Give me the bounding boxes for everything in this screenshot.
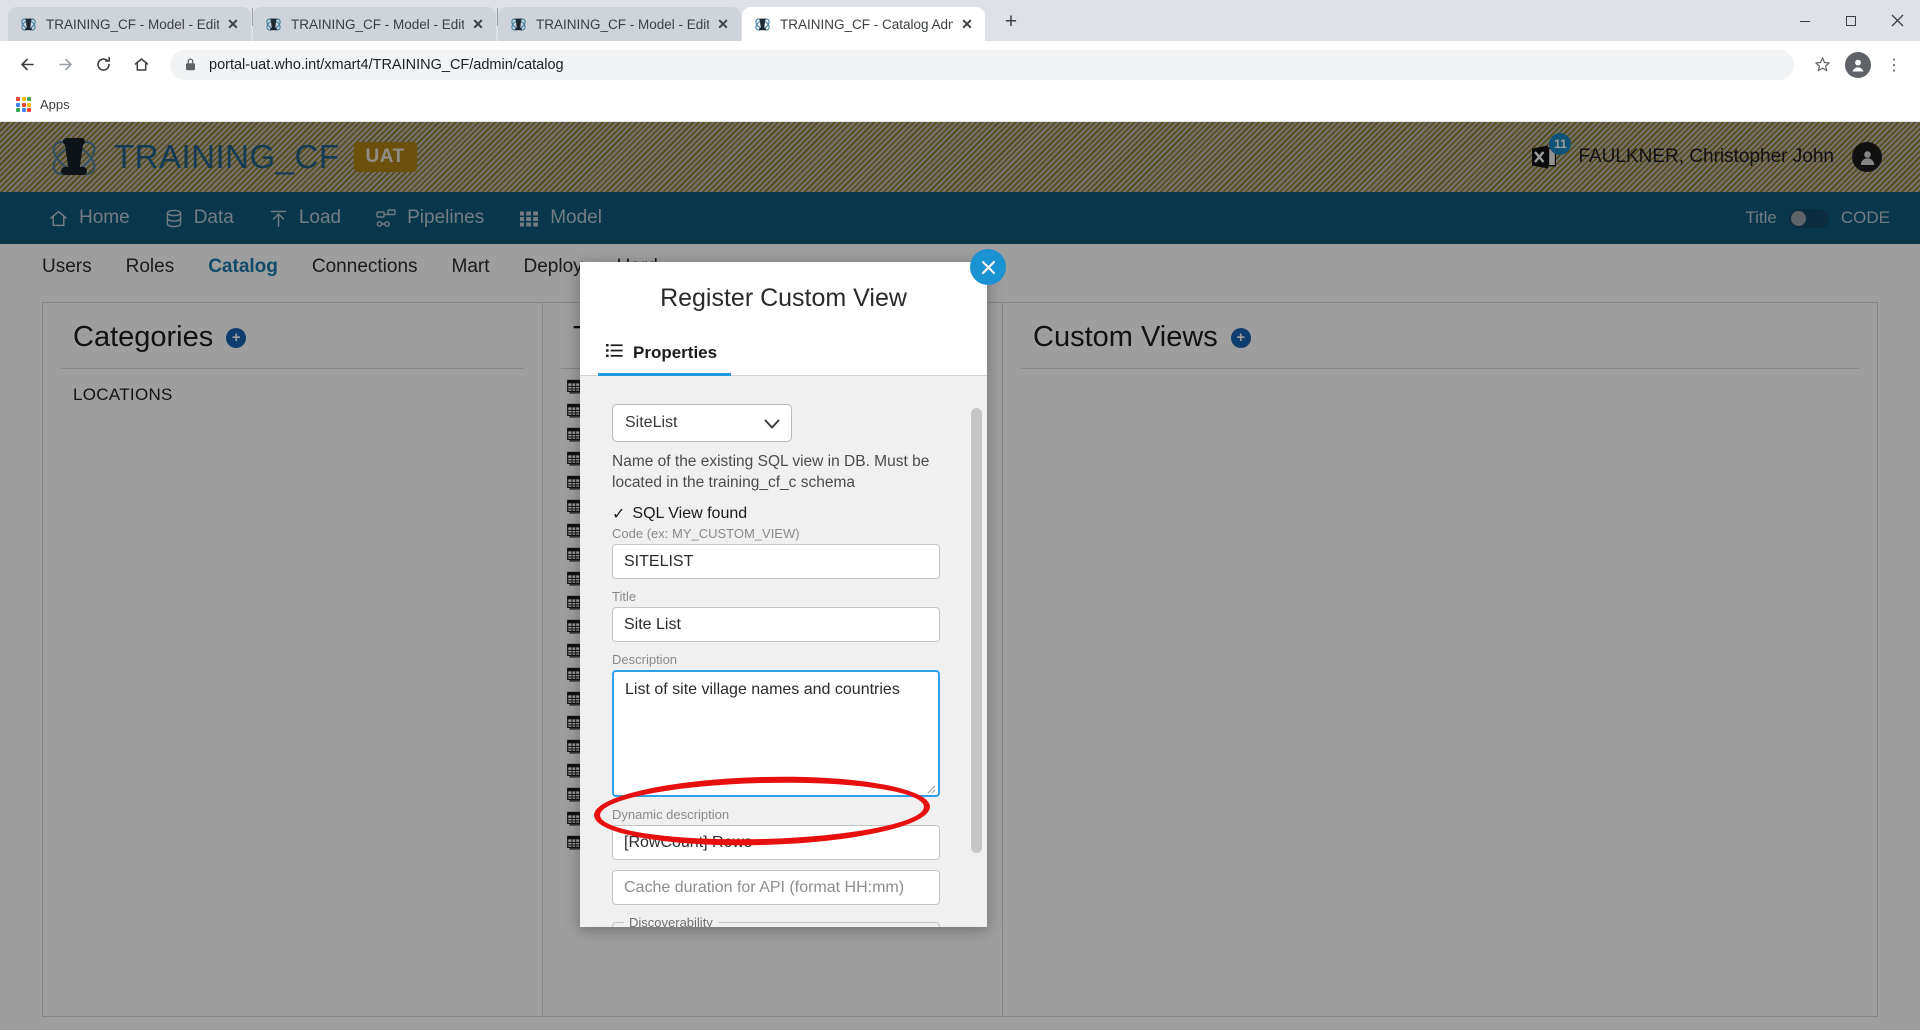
close-icon[interactable]: ✕ xyxy=(959,16,975,32)
sql-view-select-wrap: SiteList xyxy=(612,404,792,442)
scrollbar-thumb[interactable] xyxy=(971,408,982,853)
address-bar-url: portal-uat.who.int/xmart4/TRAINING_CF/ad… xyxy=(209,57,564,73)
reload-button[interactable] xyxy=(86,48,120,82)
page-viewport: TRAINING_CF UAT 11 FAULKNER, Christopher… xyxy=(0,122,1920,1030)
browser-tabstrip: TRAINING_CF - Model - Edit ✕ TRAINING_CF… xyxy=(0,0,1920,41)
new-tab-button[interactable]: + xyxy=(996,8,1026,38)
xmart-icon xyxy=(510,16,527,33)
address-bar[interactable]: portal-uat.who.int/xmart4/TRAINING_CF/ad… xyxy=(170,50,1794,80)
dynamic-description-field-label: Dynamic description xyxy=(612,807,938,822)
description-textarea[interactable]: List of site village names and countries xyxy=(612,670,940,797)
code-field-label: Code (ex: MY_CUSTOM_VIEW) xyxy=(612,526,938,541)
code-input[interactable]: SITELIST xyxy=(612,544,940,579)
browser-menu-icon[interactable]: ⋮ xyxy=(1878,49,1910,81)
window-controls xyxy=(1782,0,1920,41)
browser-tab-title: TRAINING_CF - Catalog Administ xyxy=(780,16,953,33)
close-window-button[interactable] xyxy=(1874,0,1920,41)
close-icon[interactable]: ✕ xyxy=(225,16,241,32)
modal-close-button[interactable] xyxy=(970,249,1006,285)
xmart-icon xyxy=(754,16,771,33)
browser-tab-title: TRAINING_CF - Model - Edit xyxy=(46,16,219,33)
browser-tab-1[interactable]: TRAINING_CF - Model - Edit ✕ xyxy=(8,7,251,41)
browser-tab-3[interactable]: TRAINING_CF - Model - Edit ✕ xyxy=(498,7,741,41)
maximize-button[interactable] xyxy=(1828,0,1874,41)
apps-grid-icon xyxy=(16,97,31,112)
home-button[interactable] xyxy=(124,48,158,82)
resize-handle-icon[interactable] xyxy=(924,781,936,793)
cache-duration-input[interactable]: Cache duration for API (format HH:mm) xyxy=(612,870,940,905)
discoverability-fieldset: Discoverability All Users xyxy=(612,915,940,927)
custom-view-form: SiteList Name of the existing SQL view i… xyxy=(580,404,970,927)
dialog-title: Register Custom View xyxy=(580,262,987,337)
dynamic-description-input[interactable]: [RowCount] Rows xyxy=(612,825,940,860)
status-text: SQL View found xyxy=(632,505,747,523)
lock-icon xyxy=(184,57,197,72)
bookmarks-bar: Apps xyxy=(0,88,1920,122)
sql-view-found-status: ✓ SQL View found xyxy=(612,504,938,524)
dialog-scrollbar[interactable] xyxy=(971,386,982,917)
back-button[interactable] xyxy=(10,48,44,82)
browser-tab-2[interactable]: TRAINING_CF - Model - Edit ✕ xyxy=(253,7,496,41)
browser-tab-title: TRAINING_CF - Model - Edit xyxy=(536,16,709,33)
dialog-body: SiteList Name of the existing SQL view i… xyxy=(580,376,987,927)
xmart-icon xyxy=(265,16,282,33)
title-input[interactable]: Site List xyxy=(612,607,940,642)
avatar xyxy=(1845,52,1871,78)
forward-button[interactable] xyxy=(48,48,82,82)
register-custom-view-dialog: Register Custom View Properties xyxy=(580,262,987,927)
sql-view-select[interactable]: SiteList xyxy=(612,404,792,442)
browser-toolbar: portal-uat.who.int/xmart4/TRAINING_CF/ad… xyxy=(0,41,1920,88)
description-field-label: Description xyxy=(612,652,938,667)
discoverability-legend: Discoverability xyxy=(624,915,718,927)
description-text: List of site village names and countries xyxy=(625,681,900,698)
sql-view-helper-text: Name of the existing SQL view in DB. Mus… xyxy=(612,451,942,493)
browser-tab-title: TRAINING_CF - Model - Edit xyxy=(291,16,464,33)
minimize-button[interactable] xyxy=(1782,0,1828,41)
apps-label: Apps xyxy=(40,97,70,112)
browser-window: TRAINING_CF - Model - Edit ✕ TRAINING_CF… xyxy=(0,0,1920,1030)
apps-shortcut[interactable]: Apps xyxy=(16,97,70,112)
tab-properties[interactable]: Properties xyxy=(598,337,731,376)
dialog-tabs: Properties xyxy=(580,337,987,376)
profile-icon[interactable] xyxy=(1842,49,1874,81)
list-icon xyxy=(606,343,623,363)
check-icon: ✓ xyxy=(612,504,625,524)
close-icon[interactable]: ✕ xyxy=(715,16,731,32)
bookmark-star-icon[interactable] xyxy=(1806,49,1838,81)
tab-label: Properties xyxy=(633,343,717,363)
browser-tab-4-active[interactable]: TRAINING_CF - Catalog Administ ✕ xyxy=(742,7,985,41)
xmart-icon xyxy=(20,16,37,33)
title-field-label: Title xyxy=(612,589,938,604)
close-icon[interactable]: ✕ xyxy=(470,16,486,32)
